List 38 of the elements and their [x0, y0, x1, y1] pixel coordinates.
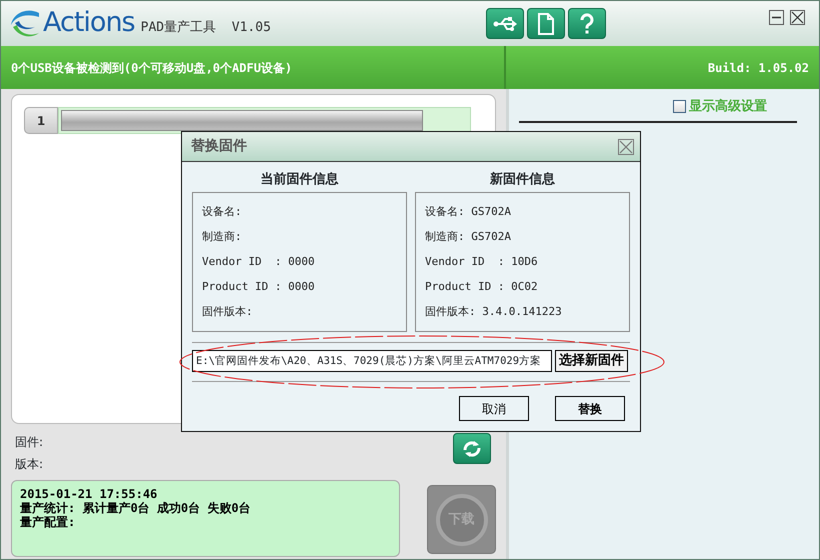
- help-button[interactable]: [568, 8, 606, 39]
- slot-number: 1: [24, 107, 58, 134]
- panel-heading: 新固件信息: [490, 172, 555, 187]
- log-line: 2015-01-21 17:55:46: [20, 487, 158, 501]
- build-label: Build: 1.05.02: [708, 60, 809, 76]
- select-firmware-button[interactable]: 选择新固件: [555, 350, 628, 372]
- info-line: 设备名: GS702A: [425, 205, 511, 218]
- info-line: 制造商:: [202, 230, 242, 243]
- usb-button[interactable]: [486, 8, 524, 39]
- dialog-title: 替换固件: [191, 137, 247, 156]
- status-message: 0个USB设备被检测到(0个可移动U盘,0个ADFU设备): [11, 60, 292, 76]
- info-line: Vendor ID : 10D6: [425, 255, 538, 268]
- refresh-icon: [462, 440, 482, 458]
- info-line: Product ID : 0C02: [425, 280, 538, 293]
- checkbox[interactable]: [673, 100, 686, 114]
- firmware-label: 固件:: [14, 434, 44, 451]
- usb-icon: [492, 16, 517, 30]
- info-line: 固件版本: 3.4.0.141223: [425, 305, 562, 318]
- info-line: Vendor ID : 0000: [202, 255, 315, 268]
- info-line: 制造商: GS702A: [425, 230, 511, 243]
- logo-text: Actions: [43, 6, 135, 40]
- version-label: 版本:: [14, 456, 44, 473]
- minimize-button[interactable]: [769, 10, 784, 25]
- close-button[interactable]: [790, 10, 805, 25]
- log-line: 量产统计: 累计量产0台 成功0台 失败0台: [20, 501, 252, 515]
- document-icon: [538, 12, 554, 34]
- info-line: 设备名:: [202, 205, 242, 218]
- document-button[interactable]: [526, 8, 565, 39]
- info-line: 固件版本:: [202, 305, 253, 318]
- help-icon: [578, 12, 595, 34]
- info-line: Product ID : 0000: [202, 280, 315, 293]
- app-title: PAD量产工具 V1.05: [140, 18, 271, 37]
- refresh-button[interactable]: [453, 433, 491, 464]
- log-line: 量产配置:: [20, 515, 76, 529]
- panel-heading: 当前固件信息: [260, 172, 338, 187]
- replace-button[interactable]: 替换: [555, 396, 625, 421]
- cancel-button[interactable]: 取消: [459, 396, 529, 421]
- path-field[interactable]: E:\官网固件发布\A20、A31S、7029(晨芯)方案\阿里云ATM7029方案: [192, 350, 552, 372]
